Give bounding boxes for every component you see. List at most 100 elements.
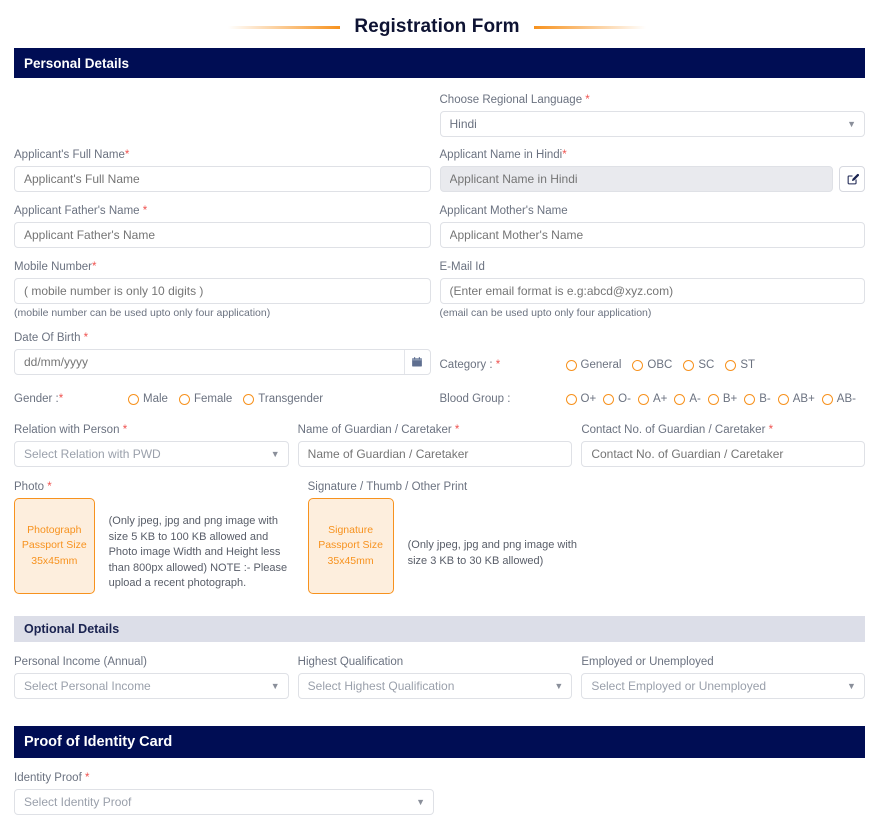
calendar-picker-button[interactable] [403, 350, 430, 374]
required-marker: * [91, 261, 97, 273]
photo-upload-box[interactable]: Photograph Passport Size 35x45mm [14, 498, 95, 594]
field-name-hindi: Applicant Name in Hindi* [439, 149, 866, 192]
blood-group-option-b-neg-label: B- [759, 393, 771, 405]
gender-option-male-label: Male [143, 393, 168, 405]
label-relation-with-person: Relation with Person * [14, 424, 289, 436]
highest-qualification-select[interactable]: Select Highest Qualification [297, 673, 573, 699]
blood-group-option-o-pos[interactable]: O+ [565, 393, 596, 405]
required-marker: * [122, 424, 128, 436]
relation-with-person-select[interactable]: Select Relation with PWD [14, 441, 289, 467]
label-regional-language-text: Choose Regional Language [439, 94, 583, 106]
blood-group-option-ab-pos[interactable]: AB+ [777, 393, 815, 405]
label-full-name: Applicant's Full Name* [14, 149, 431, 161]
label-personal-income-text: Personal Income (Annual) [14, 656, 147, 668]
field-relation-with-person: Relation with Person * Select Relation w… [14, 424, 289, 467]
signature-upload-line2: Passport Size [318, 539, 383, 552]
required-marker: * [84, 772, 90, 784]
employment-status-select[interactable]: Select Employed or Unemployed [581, 673, 865, 699]
field-blood-group: Blood Group : O+ O- A+ A- B+ B- AB+ AB- [440, 386, 866, 412]
blood-group-option-b-pos[interactable]: B+ [707, 393, 738, 405]
label-employment-status-text: Employed or Unemployed [581, 656, 714, 668]
category-radio-group: General OBC SC ST [565, 359, 755, 371]
blood-group-option-o-neg[interactable]: O- [603, 393, 631, 405]
photo-upload-line3: 35x45mm [31, 554, 78, 567]
gender-option-male[interactable]: Male [128, 393, 168, 405]
radio-icon [603, 393, 615, 405]
category-option-st[interactable]: ST [725, 359, 755, 371]
category-option-obc-label: OBC [647, 359, 673, 371]
field-date-of-birth: Date Of Birth * [14, 332, 431, 375]
signature-upload-line3: 35x45mm [327, 554, 374, 567]
radio-icon [821, 393, 833, 405]
radio-icon [243, 393, 255, 405]
edit-hindi-name-button[interactable] [839, 166, 865, 192]
label-father-name: Applicant Father's Name * [14, 205, 431, 217]
blood-group-option-a-neg[interactable]: A- [674, 393, 701, 405]
mobile-number-input[interactable] [14, 278, 431, 304]
section-header-optional-details: Optional Details [14, 616, 865, 642]
gender-option-transgender-label: Transgender [258, 393, 324, 405]
category-option-general[interactable]: General [565, 359, 621, 371]
label-full-name-text: Applicant's Full Name [14, 149, 125, 161]
category-option-obc[interactable]: OBC [632, 359, 672, 371]
label-name-hindi: Applicant Name in Hindi* [440, 149, 866, 161]
field-highest-qualification: Highest Qualification Select Highest Qua… [297, 656, 573, 699]
regional-language-select[interactable]: Hindi [439, 111, 865, 137]
full-name-input[interactable] [14, 166, 431, 192]
label-relation-with-person-text: Relation with Person [14, 424, 120, 436]
guardian-contact-input[interactable] [581, 441, 865, 467]
photo-upload-line1: Photograph [27, 524, 82, 537]
father-name-input[interactable] [14, 222, 431, 248]
category-option-sc[interactable]: SC [683, 359, 714, 371]
label-father-name-text: Applicant Father's Name [14, 205, 140, 217]
blood-group-option-ab-neg[interactable]: AB- [821, 393, 856, 405]
label-employment-status: Employed or Unemployed [581, 656, 865, 668]
label-identity-proof-text: Identity Proof [14, 772, 82, 784]
radio-icon [725, 359, 737, 371]
field-mobile-number: Mobile Number* (mobile number can be use… [14, 261, 431, 319]
label-category-text: Category : [439, 359, 493, 371]
radio-icon [565, 393, 577, 405]
label-gender-text: Gender : [14, 393, 59, 405]
gender-option-transgender[interactable]: Transgender [243, 393, 323, 405]
required-marker: * [585, 94, 590, 106]
label-category: Category : * [440, 359, 566, 371]
label-mobile-number-text: Mobile Number [14, 261, 92, 273]
category-option-st-label: ST [740, 359, 756, 371]
mother-name-input[interactable] [439, 222, 865, 248]
gender-radio-group: Male Female Transgender [128, 393, 323, 405]
page-title-bar: Registration Form [0, 0, 874, 48]
label-photo: Photo * [14, 481, 299, 493]
field-identity-proof: Identity Proof * Select Identity Proof ▼ [14, 772, 434, 815]
section-header-optional-details-label: Optional Details [24, 622, 120, 636]
radio-icon [683, 359, 695, 371]
blood-group-option-b-neg[interactable]: B- [744, 393, 771, 405]
blood-group-option-a-pos[interactable]: A+ [637, 393, 668, 405]
required-marker: * [58, 393, 64, 405]
label-regional-language: Choose Regional Language * [440, 94, 866, 106]
date-of-birth-input[interactable] [14, 349, 431, 375]
section-header-proof-of-identity: Proof of Identity Card [14, 726, 865, 758]
blood-group-option-b-pos-label: B+ [722, 393, 738, 405]
section-header-personal-details: Personal Details [14, 48, 865, 78]
required-marker: * [562, 149, 567, 161]
field-employment-status: Employed or Unemployed Select Employed o… [581, 656, 865, 699]
label-photo-text: Photo [14, 481, 45, 493]
identity-proof-select[interactable]: Select Identity Proof [14, 789, 434, 815]
gender-option-female[interactable]: Female [178, 393, 232, 405]
field-mother-name: Applicant Mother's Name [439, 205, 865, 248]
blood-group-option-a-pos-label: A+ [652, 393, 668, 405]
email-input[interactable] [439, 278, 865, 304]
signature-upload-box[interactable]: Signature Passport Size 35x45mm [307, 498, 394, 594]
section-header-proof-of-identity-label: Proof of Identity Card [24, 734, 173, 750]
photo-upload-note: (Only jpeg, jpg and png image with size … [108, 515, 288, 590]
personal-income-select[interactable]: Select Personal Income [14, 673, 289, 699]
field-category: Category : * General OBC SC ST [440, 352, 866, 378]
blood-group-option-o-neg-label: O- [618, 393, 631, 405]
label-email-text: E-Mail Id [439, 261, 485, 273]
field-guardian-name: Name of Guardian / Caretaker * [297, 424, 573, 467]
calendar-icon [412, 357, 422, 367]
label-name-hindi-text: Applicant Name in Hindi [439, 149, 563, 161]
guardian-name-input[interactable] [297, 441, 573, 467]
blood-group-radio-group: O+ O- A+ A- B+ B- AB+ AB- [565, 393, 856, 405]
